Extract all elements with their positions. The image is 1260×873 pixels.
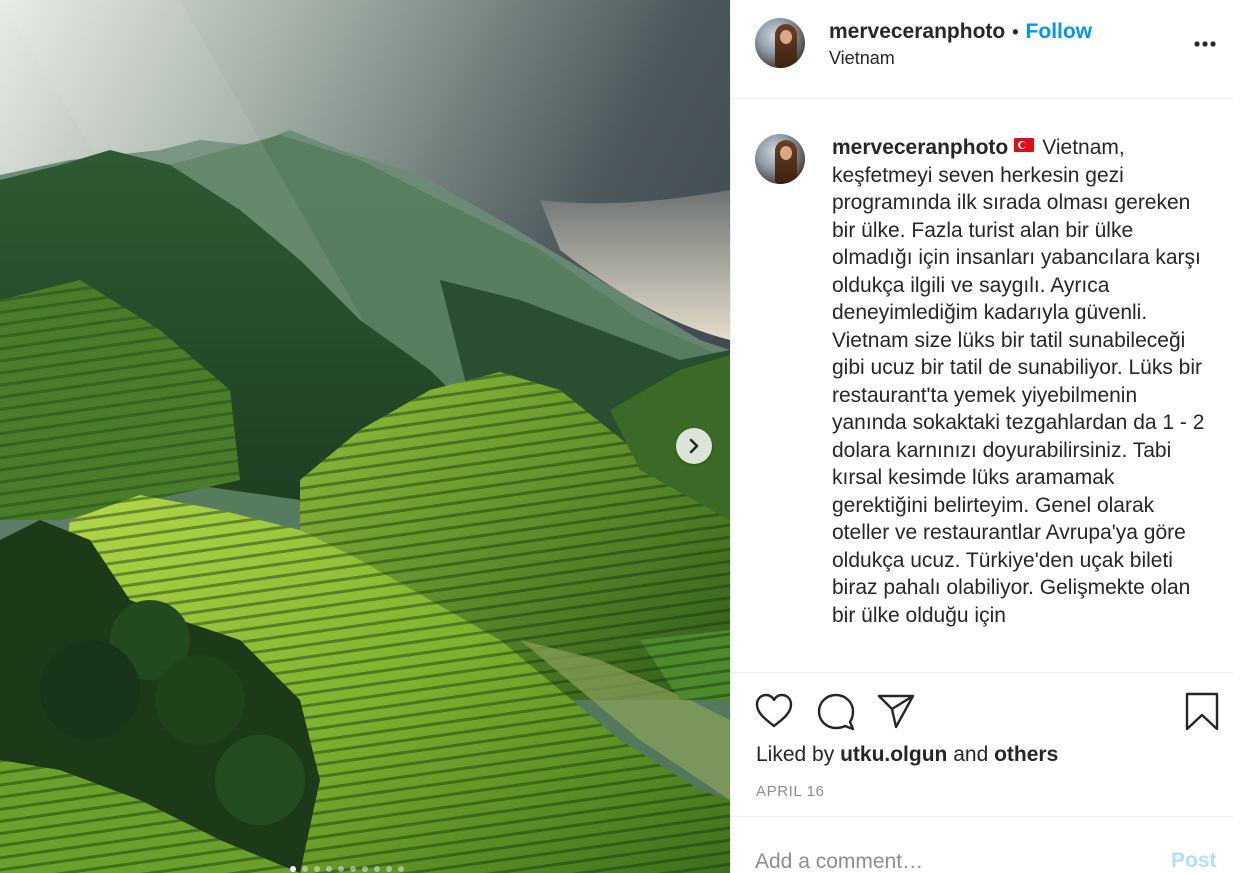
rice-terrace-image — [0, 0, 730, 873]
carousel-dot — [350, 866, 356, 872]
caption: merveceranphoto Vietnam, keşfetmeyi seven… — [832, 134, 1212, 629]
username-link[interactable]: merveceranphoto — [829, 20, 1005, 44]
likes-summary: Liked by utku.olgun and others — [756, 743, 1058, 767]
turkey-flag-icon — [1014, 138, 1035, 152]
carousel-dot — [290, 866, 296, 872]
post-header: merveceranphoto • Follow Vietnam — [731, 0, 1234, 99]
share-icon[interactable] — [877, 693, 915, 729]
post-comment-button[interactable]: Post — [1171, 849, 1217, 873]
carousel-dot — [398, 866, 404, 872]
carousel-dot — [314, 866, 320, 872]
more-options-icon[interactable] — [1190, 34, 1220, 54]
likes-conjunction: and — [953, 743, 989, 766]
carousel-dot — [326, 866, 332, 872]
carousel-dot — [338, 866, 344, 872]
caption-text: Vietnam, keşfetmeyi seven herkesin gezi … — [832, 136, 1205, 627]
caption-username-link[interactable]: merveceranphoto — [832, 136, 1008, 159]
carousel-dot — [362, 866, 368, 872]
next-slide-button[interactable] — [676, 428, 712, 464]
avatar[interactable] — [755, 18, 805, 68]
post-photo[interactable] — [0, 0, 730, 873]
post-details-panel: merveceranphoto • Follow Vietnam mervece… — [730, 0, 1234, 873]
comment-bar: Post — [731, 816, 1234, 873]
follow-button[interactable]: Follow — [1026, 20, 1093, 44]
heart-icon[interactable] — [755, 693, 793, 729]
action-section: Liked by utku.olgun and others APRIL 16 — [731, 672, 1234, 816]
likes-prefix: Liked by — [756, 743, 835, 766]
likes-others-link[interactable]: others — [994, 743, 1058, 766]
bookmark-icon[interactable] — [1185, 692, 1219, 732]
carousel-dot — [386, 866, 392, 872]
carousel-dot — [302, 866, 308, 872]
carousel-indicator — [290, 866, 404, 872]
comment-icon[interactable] — [816, 692, 856, 732]
avatar[interactable] — [755, 134, 805, 184]
chevron-right-icon — [689, 438, 699, 454]
window-edge — [1233, 0, 1260, 873]
separator-dot: • — [1012, 21, 1019, 42]
location-link[interactable]: Vietnam — [829, 48, 895, 69]
carousel-dot — [374, 866, 380, 872]
comment-input[interactable] — [755, 847, 1135, 873]
caption-section: merveceranphoto Vietnam, keşfetmeyi seven… — [731, 100, 1234, 672]
liker-username-link[interactable]: utku.olgun — [840, 743, 947, 766]
post-date[interactable]: APRIL 16 — [756, 783, 824, 800]
